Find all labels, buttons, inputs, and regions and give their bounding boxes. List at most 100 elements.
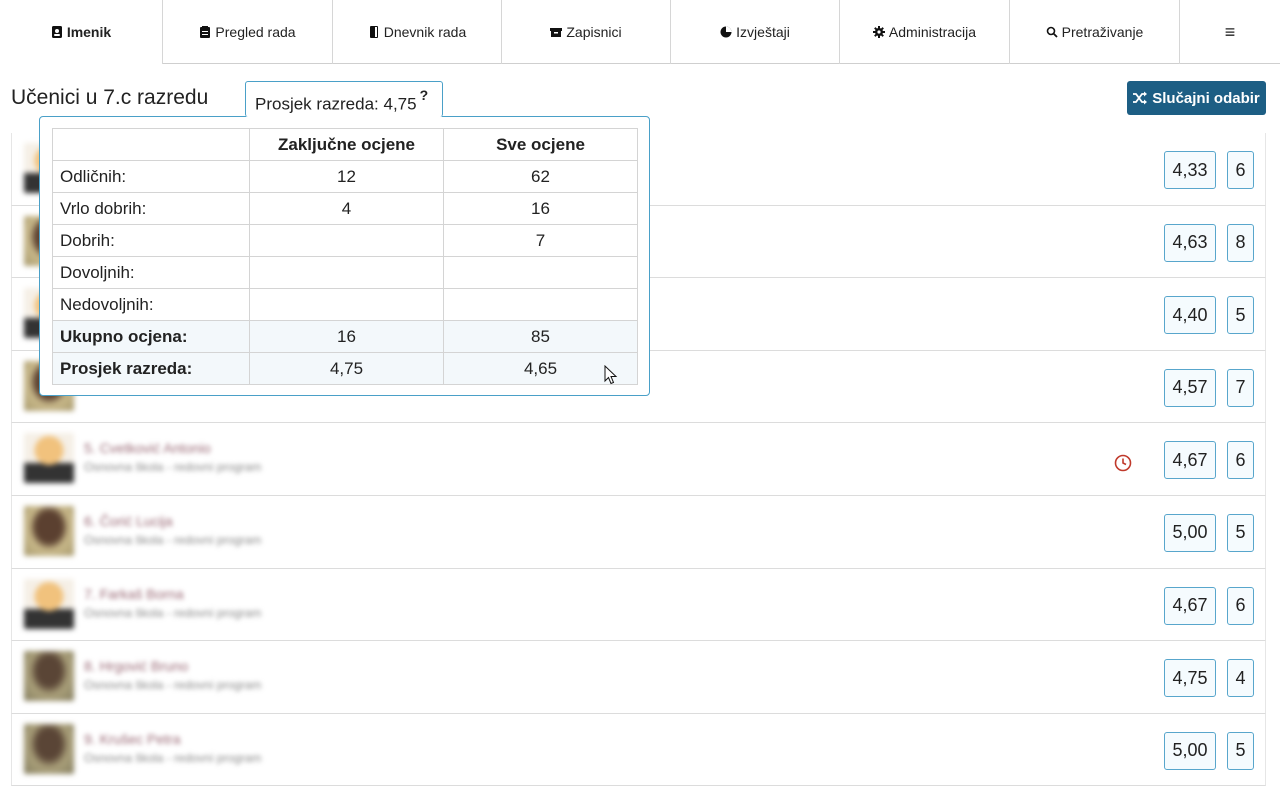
final-count <box>249 288 444 321</box>
column-header-final: Zaključne ocjene <box>249 128 444 161</box>
all-count <box>443 256 638 289</box>
nav-dnevnik-rada[interactable]: Dnevnik rada <box>333 0 502 64</box>
grade-average-badge[interactable]: 4,40 <box>1164 296 1216 335</box>
student-name[interactable]: 9. Krušec Petra <box>84 731 181 747</box>
nav-label: Izvještaji <box>736 24 790 40</box>
grade-stats-table: Zaključne ocjene Sve ocjene Odličnih: 12… <box>52 128 638 385</box>
grade-count-badge[interactable]: 8 <box>1227 223 1254 262</box>
random-pick-button[interactable]: Slučajni odabir <box>1127 81 1266 115</box>
row-label: Vrlo dobrih: <box>52 192 250 225</box>
nav-label: Pregled rada <box>215 24 296 40</box>
clock-icon[interactable] <box>1114 454 1132 472</box>
avatar <box>24 578 74 629</box>
class-average-popover: Zaključne ocjene Sve ocjene Odličnih: 12… <box>39 116 650 396</box>
grade-count-badge[interactable]: 6 <box>1227 586 1254 625</box>
hamburger-icon: ≡ <box>1224 21 1236 42</box>
nav-label: Administracija <box>888 24 977 40</box>
grade-average-badge[interactable]: 4,75 <box>1164 659 1216 698</box>
nav-label: Dnevnik rada <box>383 24 467 40</box>
student-program: Osnovna škola - redovni program <box>84 460 262 475</box>
grade-average-badge[interactable]: 5,00 <box>1164 731 1216 770</box>
grade-count-badge[interactable]: 6 <box>1227 151 1254 189</box>
page-title: Učenici u 7.c razredu <box>11 86 209 109</box>
student-row[interactable]: 8. Hrgović Bruno Osnovna škola - redovni… <box>11 641 1266 714</box>
student-name[interactable]: 7. Farkaš Borna <box>84 586 184 602</box>
class-average-toggle[interactable]: Prosjek razreda: 4,75? <box>245 81 443 117</box>
gear-icon <box>872 26 885 38</box>
nav-izvjestaji[interactable]: Izvještaji <box>671 0 840 64</box>
grade-average-badge[interactable]: 4,63 <box>1164 223 1216 262</box>
avatar <box>24 651 74 702</box>
pie-chart-icon <box>720 26 732 38</box>
nav-label: Zapisnici <box>566 24 622 40</box>
student-row[interactable]: 9. Krušec Petra Osnovna škola - redovni … <box>11 713 1266 787</box>
nav-administracija[interactable]: Administracija <box>840 0 1010 64</box>
avatar <box>24 433 74 484</box>
grade-count-badge[interactable]: 4 <box>1227 659 1254 698</box>
grade-count-badge[interactable]: 7 <box>1227 368 1254 407</box>
student-row[interactable]: 6. Čorić Lucija Osnovna škola - redovni … <box>11 495 1266 569</box>
row-label: Prosjek razreda: <box>52 352 250 385</box>
help-icon: ? <box>419 87 429 103</box>
grade-count-badge[interactable]: 5 <box>1227 296 1254 335</box>
row-label: Ukupno ocjena: <box>52 320 250 353</box>
nav-pregled-rada[interactable]: Pregled rada <box>163 0 333 64</box>
all-count: 85 <box>443 320 638 353</box>
student-program: Osnovna škola - redovni program <box>84 678 262 693</box>
nav-label: Imenik <box>66 24 112 40</box>
table-row: Dovoljnih: <box>52 256 638 289</box>
student-name[interactable]: 6. Čorić Lucija <box>84 513 173 529</box>
student-program: Osnovna škola - redovni program <box>84 605 262 620</box>
book-icon <box>368 26 380 38</box>
final-count <box>249 224 444 257</box>
row-label: Nedovoljnih: <box>52 288 250 321</box>
shuffle-icon <box>1133 91 1148 105</box>
student-name[interactable]: 5. Cvetković Antonio <box>84 440 211 456</box>
all-count: 7 <box>443 224 638 257</box>
search-icon <box>1046 26 1058 38</box>
table-row: Dobrih: 7 <box>52 224 638 257</box>
avatar <box>24 505 74 556</box>
table-row: Vrlo dobrih: 4 16 <box>52 192 638 225</box>
grade-count-badge[interactable]: 6 <box>1227 441 1254 480</box>
mouse-cursor-icon <box>604 365 618 385</box>
grade-count-badge[interactable]: 5 <box>1227 513 1254 552</box>
student-row[interactable]: 7. Farkaš Borna Osnovna škola - redovni … <box>11 568 1266 642</box>
nav-imenik[interactable]: Imenik <box>0 0 163 64</box>
clipboard-icon <box>199 26 211 38</box>
student-row[interactable]: 5. Cvetković Antonio Osnovna škola - red… <box>11 423 1266 496</box>
hamburger-menu-button[interactable]: ≡ <box>1180 0 1280 64</box>
final-count: 16 <box>249 320 444 353</box>
column-header-all: Sve ocjene <box>443 128 638 161</box>
final-average: 4,75 <box>249 352 444 385</box>
grade-average-badge[interactable]: 4,57 <box>1164 368 1216 407</box>
row-label: Dobrih: <box>52 224 250 257</box>
class-average-label: Prosjek razreda: 4,75 <box>255 94 417 114</box>
table-total-row: Ukupno ocjena: 16 85 <box>52 320 638 353</box>
student-program: Osnovna škola - redovni program <box>84 750 262 765</box>
archive-icon <box>550 26 563 38</box>
random-pick-label: Slučajni odabir <box>1152 89 1260 107</box>
nav-zapisnici[interactable]: Zapisnici <box>502 0 671 64</box>
nav-pretrazivanje[interactable]: Pretraživanje <box>1010 0 1180 64</box>
row-label: Odličnih: <box>52 160 250 193</box>
table-header-row: Zaključne ocjene Sve ocjene <box>52 128 638 161</box>
grade-average-badge[interactable]: 4,33 <box>1164 151 1216 189</box>
grade-average-badge[interactable]: 5,00 <box>1164 513 1216 552</box>
grade-average-badge[interactable]: 4,67 <box>1164 441 1216 480</box>
address-book-icon <box>51 26 63 38</box>
final-count: 12 <box>249 160 444 193</box>
table-row: Nedovoljnih: <box>52 288 638 321</box>
final-count <box>249 256 444 289</box>
grade-count-badge[interactable]: 5 <box>1227 731 1254 770</box>
table-row: Odličnih: 12 62 <box>52 160 638 193</box>
main-navigation: Imenik Pregled rada Dnevnik rada Zapisni… <box>0 0 1280 64</box>
student-name[interactable]: 8. Hrgović Bruno <box>84 658 188 674</box>
row-label: Dovoljnih: <box>52 256 250 289</box>
column-header <box>52 128 250 161</box>
all-count: 62 <box>443 160 638 193</box>
student-program: Osnovna škola - redovni program <box>84 532 262 547</box>
table-average-row: Prosjek razreda: 4,75 4,65 <box>52 352 638 385</box>
nav-label: Pretraživanje <box>1061 24 1144 40</box>
grade-average-badge[interactable]: 4,67 <box>1164 586 1216 625</box>
